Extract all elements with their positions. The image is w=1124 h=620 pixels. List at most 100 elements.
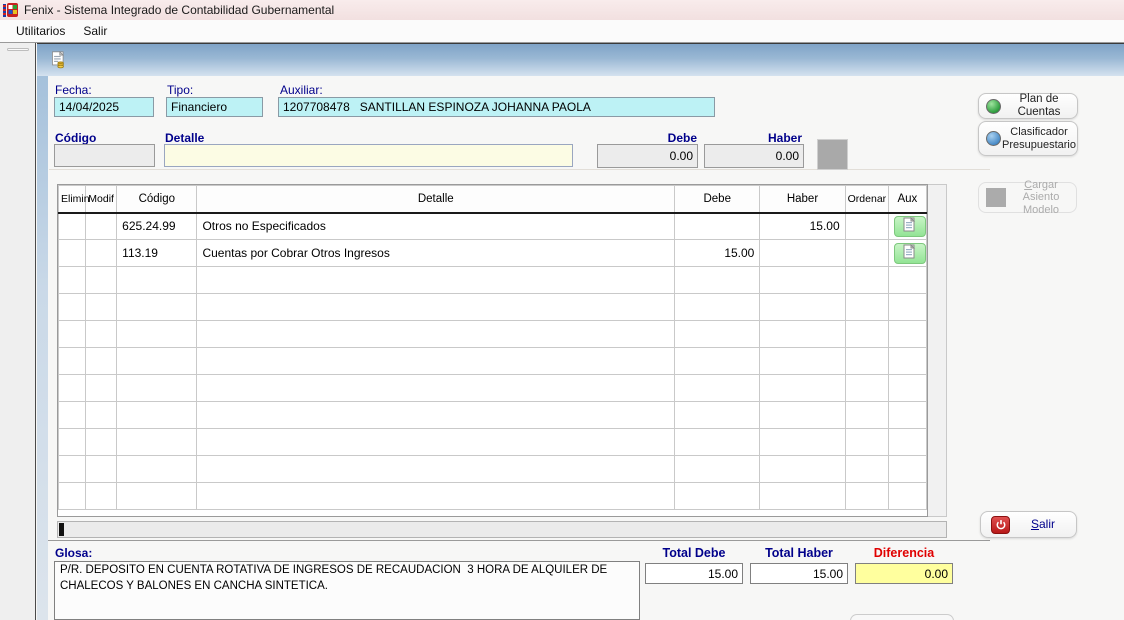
empty-cell[interactable] [197,456,675,483]
empty-cell[interactable] [117,483,197,510]
empty-cell[interactable] [845,321,888,348]
empty-cell[interactable] [59,456,86,483]
aux-document-button[interactable] [894,216,926,237]
empty-cell[interactable] [888,456,926,483]
empty-cell[interactable] [86,294,117,321]
empty-cell[interactable] [845,402,888,429]
empty-cell[interactable] [86,483,117,510]
menu-utilitarios[interactable]: Utilitarios [8,21,73,41]
glosa-textarea[interactable]: P/R. DEPOSITO EN CUENTA ROTATIVA DE INGR… [54,561,640,620]
empty-table-row[interactable] [59,429,927,456]
menu-salir[interactable]: Salir [75,21,115,41]
empty-table-row[interactable] [59,456,927,483]
empty-cell[interactable] [845,375,888,402]
empty-cell[interactable] [197,348,675,375]
modif-cell[interactable] [86,240,117,267]
empty-cell[interactable] [197,402,675,429]
empty-cell[interactable] [888,348,926,375]
salir-button[interactable]: Salir [980,511,1077,538]
empty-cell[interactable] [675,429,760,456]
empty-cell[interactable] [760,321,845,348]
empty-cell[interactable] [197,321,675,348]
empty-cell[interactable] [59,402,86,429]
tipo-input[interactable] [166,97,263,117]
empty-table-row[interactable] [59,321,927,348]
empty-cell[interactable] [760,267,845,294]
empty-cell[interactable] [59,267,86,294]
plan-de-cuentas-button[interactable]: Plan de Cuentas [978,93,1078,119]
detalle-input[interactable] [164,144,573,167]
empty-cell[interactable] [675,267,760,294]
new-entry-document-icon[interactable] [48,49,70,71]
empty-table-row[interactable] [59,483,927,510]
empty-cell[interactable] [86,267,117,294]
empty-cell[interactable] [86,375,117,402]
empty-table-row[interactable] [59,294,927,321]
horizontal-scrollbar[interactable] [57,521,947,538]
empty-cell[interactable] [117,429,197,456]
empty-cell[interactable] [845,483,888,510]
empty-cell[interactable] [675,321,760,348]
empty-cell[interactable] [760,375,845,402]
empty-cell[interactable] [888,321,926,348]
empty-cell[interactable] [760,348,845,375]
empty-cell[interactable] [888,483,926,510]
empty-cell[interactable] [845,456,888,483]
fecha-input[interactable] [54,97,154,117]
empty-cell[interactable] [760,456,845,483]
empty-cell[interactable] [59,375,86,402]
empty-cell[interactable] [888,267,926,294]
empty-cell[interactable] [197,375,675,402]
ordenar-cell[interactable] [845,240,888,267]
vertical-scrollbar[interactable] [928,184,947,517]
empty-cell[interactable] [86,402,117,429]
empty-table-row[interactable] [59,402,927,429]
empty-cell[interactable] [59,348,86,375]
empty-cell[interactable] [197,429,675,456]
empty-cell[interactable] [86,456,117,483]
empty-table-row[interactable] [59,267,927,294]
empty-cell[interactable] [117,402,197,429]
empty-cell[interactable] [117,267,197,294]
empty-cell[interactable] [760,402,845,429]
empty-cell[interactable] [59,429,86,456]
empty-cell[interactable] [760,429,845,456]
scrollbar-thumb[interactable] [59,523,64,536]
empty-cell[interactable] [675,348,760,375]
empty-cell[interactable] [197,267,675,294]
empty-cell[interactable] [760,294,845,321]
empty-cell[interactable] [86,429,117,456]
empty-cell[interactable] [760,483,845,510]
table-row[interactable]: 113.19 Cuentas por Cobrar Otros Ingresos… [59,240,927,267]
empty-cell[interactable] [888,375,926,402]
empty-cell[interactable] [845,348,888,375]
empty-cell[interactable] [845,267,888,294]
gray-action-button[interactable] [817,139,848,170]
debe-input[interactable] [597,144,698,168]
codigo-input[interactable] [54,144,155,167]
left-side-panel[interactable] [0,43,36,620]
empty-cell[interactable] [675,402,760,429]
elimin-cell[interactable] [59,213,86,240]
clasificador-presupuestario-button[interactable]: Clasificador Presupuestario [978,121,1078,156]
empty-cell[interactable] [197,294,675,321]
empty-cell[interactable] [675,483,760,510]
empty-cell[interactable] [117,375,197,402]
empty-cell[interactable] [86,321,117,348]
empty-cell[interactable] [675,456,760,483]
empty-cell[interactable] [86,348,117,375]
empty-cell[interactable] [59,483,86,510]
empty-cell[interactable] [59,294,86,321]
ordenar-cell[interactable] [845,213,888,240]
empty-cell[interactable] [117,321,197,348]
empty-cell[interactable] [117,348,197,375]
empty-cell[interactable] [675,375,760,402]
empty-table-row[interactable] [59,375,927,402]
cutoff-bottom-button[interactable] [850,614,954,620]
haber-input[interactable] [704,144,804,168]
empty-cell[interactable] [888,402,926,429]
empty-cell[interactable] [117,294,197,321]
modif-cell[interactable] [86,213,117,240]
empty-cell[interactable] [59,321,86,348]
empty-cell[interactable] [888,294,926,321]
